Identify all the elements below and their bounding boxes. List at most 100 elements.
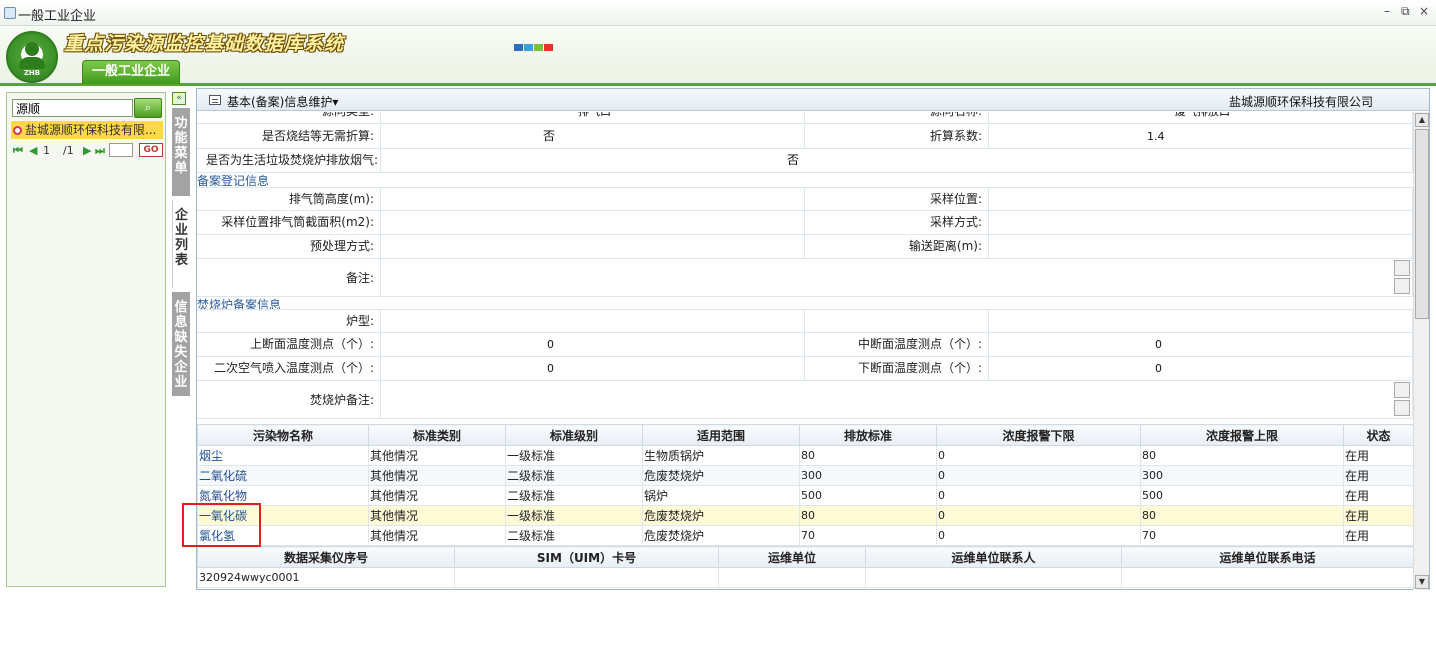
incinerator-remarks-textarea[interactable] bbox=[381, 381, 1413, 418]
restore-button[interactable]: ⧉ bbox=[1401, 4, 1410, 19]
search-button[interactable]: ⌕ bbox=[134, 98, 162, 118]
table-cell: 危废焚烧炉 bbox=[642, 525, 800, 546]
list-item[interactable]: 盐城源顺环保科技有限... bbox=[11, 121, 163, 139]
field-value bbox=[989, 211, 1413, 234]
last-page-icon[interactable]: ⏭ bbox=[95, 144, 105, 158]
collapse-icon[interactable]: « bbox=[172, 92, 186, 105]
form-scroll-area: 源向类型: 排气口 源向名称: 废气排放口 是否烧结等无需折算: 否 折算系数:… bbox=[197, 112, 1413, 590]
theme-swatch-3[interactable] bbox=[544, 44, 553, 51]
remarks-textarea[interactable] bbox=[381, 259, 1413, 296]
scroll-up-icon[interactable]: ▲ bbox=[1415, 113, 1429, 127]
logo-text: ZHB bbox=[23, 69, 41, 77]
scroll-up-icon[interactable] bbox=[1394, 382, 1410, 398]
table-row[interactable]: 320924wwyc0001 bbox=[197, 567, 1413, 588]
field-label: 输送距离(m): bbox=[805, 235, 989, 258]
table-cell: 80 bbox=[799, 505, 937, 526]
enterprise-search-panel: ⌕ 盐城源顺环保科技有限... ⏮ ◀ 1 /1 ▶ ⏭ GO bbox=[6, 92, 166, 587]
first-page-icon[interactable]: ⏮ bbox=[13, 144, 23, 158]
page-input[interactable] bbox=[109, 143, 133, 157]
table-cell: 在用 bbox=[1343, 505, 1413, 526]
company-name: 盐城源顺环保科技有限公司 bbox=[1229, 95, 1374, 109]
field-value: 废气排放口 bbox=[989, 112, 1413, 123]
theme-swatch-0[interactable] bbox=[514, 44, 523, 51]
table-row[interactable]: 二氧化硫 其他情况 二级标准 危废焚烧炉 300 0 300 在用 bbox=[197, 465, 1413, 486]
tab-function-menu[interactable]: 功能菜单 bbox=[172, 108, 190, 196]
field-value bbox=[381, 188, 805, 210]
scroll-down-icon[interactable] bbox=[1394, 278, 1410, 294]
tab-enterprise-list[interactable]: 企业列表 bbox=[172, 200, 190, 288]
table-cell: 0 bbox=[936, 445, 1141, 466]
table-cell: 0 bbox=[936, 505, 1141, 526]
field-value bbox=[989, 235, 1413, 258]
form-row: 源向类型: 排气口 源向名称: 废气排放口 bbox=[197, 112, 1413, 124]
table-cell: 500 bbox=[1140, 485, 1344, 506]
table-cell: 二级标准 bbox=[505, 465, 643, 486]
next-page-icon[interactable]: ▶ bbox=[83, 144, 91, 157]
vertical-scrollbar[interactable]: ▲ ▼ bbox=[1413, 112, 1429, 590]
field-label: 源向类型: bbox=[197, 112, 381, 123]
field-value bbox=[381, 235, 805, 258]
column-header: 标准级别 bbox=[505, 424, 643, 446]
field-label: 是否烧结等无需折算: bbox=[197, 125, 381, 148]
table-cell bbox=[1121, 567, 1413, 588]
search-input[interactable] bbox=[12, 99, 133, 117]
tab-general-industry[interactable]: 一般工业企业 bbox=[82, 60, 180, 84]
column-header: 运维单位 bbox=[718, 546, 866, 568]
table-cell: 在用 bbox=[1343, 485, 1413, 506]
table-cell: 在用 bbox=[1343, 465, 1413, 486]
minimize-button[interactable]: – bbox=[1384, 4, 1390, 18]
scroll-down-icon[interactable]: ▼ bbox=[1415, 575, 1429, 589]
prev-page-icon[interactable]: ◀ bbox=[29, 144, 37, 157]
table-cell: 80 bbox=[799, 445, 937, 466]
form-row: 焚烧炉备注: bbox=[197, 381, 1413, 419]
content-panel: 基本(备案)信息维护▾ 盐城源顺环保科技有限公司 源向类型: 排气口 源向名称:… bbox=[196, 88, 1430, 590]
table-cell: 一级标准 bbox=[505, 505, 643, 526]
table-cell: 生物质锅炉 bbox=[642, 445, 800, 466]
form-row: 上断面温度测点（个）: 0 中断面温度测点（个）: 0 bbox=[197, 333, 1413, 357]
radio-icon bbox=[13, 126, 22, 135]
field-label: 焚烧炉备注: bbox=[197, 381, 381, 418]
theme-swatch-2[interactable] bbox=[534, 44, 543, 51]
field-value: 0 bbox=[381, 333, 805, 356]
window-title: 一般工业企业 bbox=[18, 9, 97, 24]
go-button[interactable]: GO bbox=[139, 143, 163, 157]
zhb-logo-icon: ZHB bbox=[6, 31, 58, 83]
form-row: 是否烧结等无需折算: 否 折算系数: 1.4 bbox=[197, 125, 1413, 149]
field-label: 源向名称: bbox=[805, 112, 989, 123]
close-button[interactable]: × bbox=[1419, 4, 1429, 18]
theme-swatch-1[interactable] bbox=[524, 44, 533, 51]
field-label: 备注: bbox=[197, 259, 381, 296]
field-value: 1.4 bbox=[989, 125, 1413, 148]
field-label: 采样位置排气筒截面积(m2): bbox=[197, 211, 381, 234]
scroll-down-icon[interactable] bbox=[1394, 400, 1410, 416]
field-label bbox=[805, 310, 989, 332]
table-row[interactable]: 烟尘 其他情况 一级标准 生物质锅炉 80 0 80 在用 bbox=[197, 445, 1413, 466]
app-header: ZHB 重点污染源监控基础数据库系统 一般工业企业 bbox=[0, 26, 1436, 86]
table-cell: 氯化氢 bbox=[197, 525, 369, 546]
tab-missing-info[interactable]: 信息缺失企业 bbox=[172, 292, 190, 396]
table-cell: 危废焚烧炉 bbox=[642, 465, 800, 486]
scroll-up-icon[interactable] bbox=[1394, 260, 1410, 276]
pager: ⏮ ◀ 1 /1 ▶ ⏭ GO bbox=[11, 143, 166, 159]
table-cell: 0 bbox=[936, 485, 1141, 506]
field-value: 否 bbox=[381, 125, 805, 148]
scrollbar-thumb[interactable] bbox=[1415, 129, 1429, 319]
field-label: 下断面温度测点（个）: bbox=[805, 357, 989, 380]
table-row[interactable]: 氯化氢 其他情况 二级标准 危废焚烧炉 70 0 70 在用 bbox=[197, 525, 1413, 546]
table-cell: 其他情况 bbox=[368, 485, 506, 506]
field-value: 排气口 bbox=[381, 112, 805, 123]
field-value: 0 bbox=[989, 357, 1413, 380]
window-titlebar: 一般工业企业 – ⧉ × bbox=[0, 0, 1436, 26]
total-pages: /1 bbox=[63, 144, 74, 157]
field-label: 折算系数: bbox=[805, 125, 989, 148]
column-header: SIM（UIM）卡号 bbox=[454, 546, 719, 568]
table-row[interactable]: 氮氧化物 其他情况 二级标准 锅炉 500 0 500 在用 bbox=[197, 485, 1413, 506]
current-page: 1 bbox=[43, 144, 50, 157]
table-cell: 70 bbox=[1140, 525, 1344, 546]
table-cell: 危废焚烧炉 bbox=[642, 505, 800, 526]
table-cell: 锅炉 bbox=[642, 485, 800, 506]
table-row[interactable]: 一氧化碳 其他情况 一级标准 危废焚烧炉 80 0 80 在用 bbox=[197, 505, 1413, 526]
page-title[interactable]: 基本(备案)信息维护▾ bbox=[227, 93, 338, 110]
table-cell: 在用 bbox=[1343, 445, 1413, 466]
table-cell: 其他情况 bbox=[368, 525, 506, 546]
